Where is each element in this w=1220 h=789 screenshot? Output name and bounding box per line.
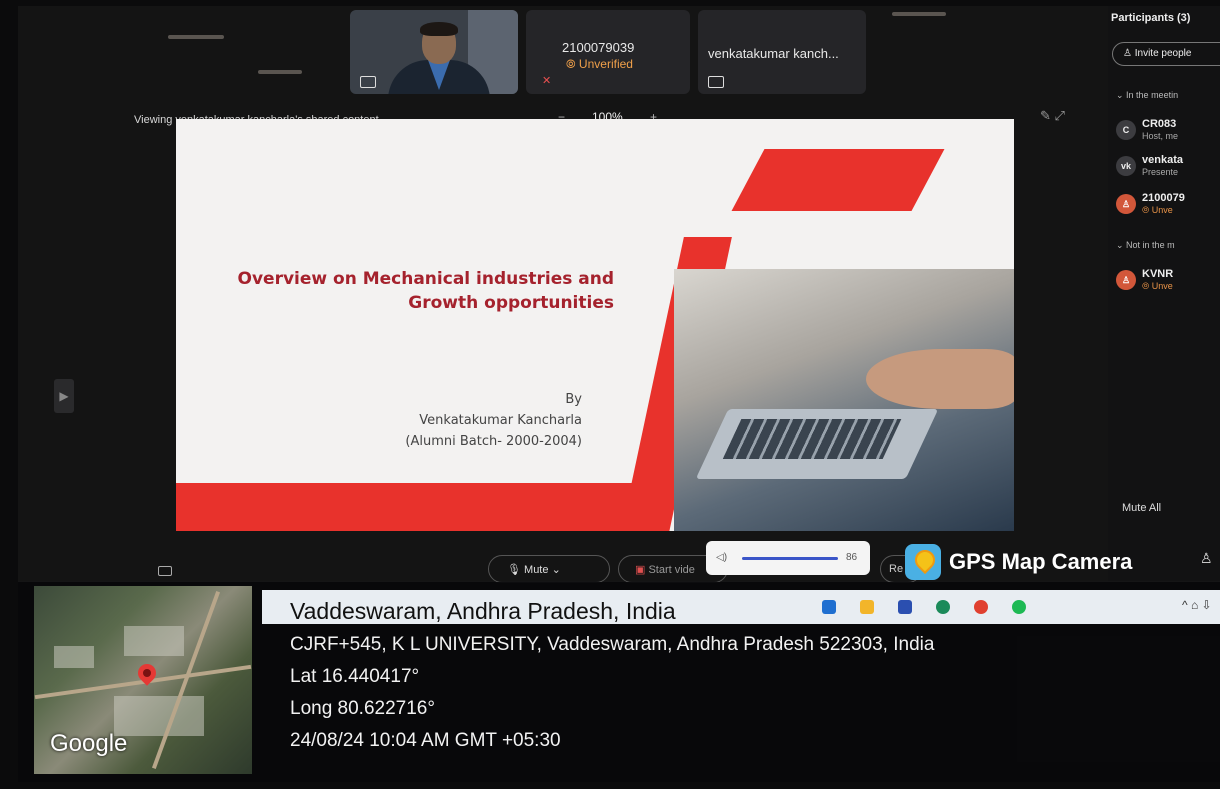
ceiling-light <box>168 35 224 39</box>
tile-participant-name: 2100079039 <box>562 40 635 55</box>
volume-popup[interactable]: ◁) 86 <box>706 541 870 575</box>
unverified-label: Unve <box>1151 205 1173 215</box>
video-tile-presenter-name[interactable]: venkatakumar kanch... <box>698 10 866 94</box>
map-thumbnail: Google <box>34 586 252 774</box>
participant-row[interactable]: ♙ 2100079 ⦾ Unve <box>1110 192 1220 222</box>
map-building <box>124 626 184 656</box>
google-logo: Google <box>50 730 128 757</box>
speaker-icon: ◁) <box>716 552 728 563</box>
participant-name: CR083 <box>1142 118 1177 130</box>
microphone-icon: 🎙 <box>507 564 525 576</box>
slide-by: By <box>565 392 582 407</box>
gps-badge-label: GPS Map Camera <box>949 549 1133 574</box>
participant-row[interactable]: C CR083 Host, me <box>1110 118 1220 148</box>
person-add-icon: ♙ <box>1123 48 1135 59</box>
map-building <box>54 646 94 668</box>
screen-share-icon <box>708 76 724 88</box>
outlook-icon[interactable] <box>822 600 836 614</box>
volume-slider[interactable] <box>742 557 838 560</box>
shared-slide: Overview on Mechanical industries and Gr… <box>176 119 1014 531</box>
slide-title: Overview on Mechanical industries and Gr… <box>238 267 615 315</box>
avatar: C <box>1116 120 1136 140</box>
person-icon[interactable]: ♙ <box>1200 550 1213 567</box>
participants-panel: Participants (3) ♙ Invite people ⌄ In th… <box>1108 6 1220 581</box>
whatsapp-icon[interactable] <box>936 600 950 614</box>
ceiling-light <box>258 70 302 74</box>
presenter-video <box>388 22 490 94</box>
folder-icon[interactable] <box>860 600 874 614</box>
participant-role: Host, me <box>1142 131 1179 141</box>
location-title: Vaddeswaram, Andhra Pradesh, India <box>290 598 676 624</box>
participant-name: venkata <box>1142 154 1183 166</box>
unverified-badge: ⦾ Unverified <box>566 57 633 71</box>
video-tile-presenter[interactable] <box>350 10 518 94</box>
unverified-badge: ⦾ Unve <box>1142 281 1173 291</box>
slide-red-bar <box>731 149 945 211</box>
mute-label: Mute <box>524 564 549 576</box>
chrome-icon[interactable] <box>974 600 988 614</box>
slide-red-bar <box>176 483 642 531</box>
location-address: CJRF+545, K L UNIVERSITY, Vaddeswaram, A… <box>290 634 935 655</box>
annotate-icon[interactable]: ✎ ⤢ <box>1040 108 1065 124</box>
invite-label: Invite people <box>1134 48 1192 59</box>
section-not-in-meeting[interactable]: ⌄ Not in the m <box>1116 240 1175 251</box>
hand-image <box>866 349 1014 409</box>
participant-role: Presente <box>1142 167 1179 177</box>
slide-author: Venkatakumar Kancharla <box>419 413 582 428</box>
screen-share-icon <box>360 76 376 88</box>
slide-title-line2: Growth opportunities <box>408 293 614 313</box>
user-icon: ♙ <box>1116 194 1136 214</box>
mute-button[interactable]: 🎙 Mute ⌄ <box>488 555 610 583</box>
slide-byline: By Venkatakumar Kancharla (Alumni Batch-… <box>405 389 582 452</box>
participant-row[interactable]: vk venkata Presente <box>1110 154 1220 184</box>
spotify-icon[interactable] <box>1012 600 1026 614</box>
video-off-icon: ▣ <box>635 564 649 576</box>
participant-name: KVNR <box>1142 268 1174 280</box>
location-datetime: 24/08/24 10:04 AM GMT +05:30 <box>290 730 561 751</box>
volume-value: 86 <box>846 552 858 563</box>
mic-off-icon: ✕ <box>542 75 552 87</box>
unverified-label: Unve <box>1151 281 1173 291</box>
participants-title: Participants (3) <box>1111 12 1191 24</box>
record-label: Re <box>889 563 904 575</box>
avatar: vk <box>1116 156 1136 176</box>
invite-people-button[interactable]: ♙ Invite people <box>1112 42 1220 66</box>
section-in-meeting-label: In the meetin <box>1126 90 1179 100</box>
tray-icons[interactable]: ^ ⌂ ⇩ <box>1182 598 1212 612</box>
unverified-badge: ⦾ Unve <box>1142 205 1173 215</box>
user-icon: ♙ <box>1116 270 1136 290</box>
location-latitude: Lat 16.440417° <box>290 666 420 687</box>
video-tile-participant[interactable]: 2100079039 ⦾ Unverified ✕ <box>526 10 690 94</box>
participant-row[interactable]: ♙ KVNR ⦾ Unve <box>1110 268 1220 298</box>
section-in-meeting[interactable]: ⌄ In the meetin <box>1116 90 1178 101</box>
ceiling-light <box>892 12 946 16</box>
gps-map-camera-badge: GPS Map Camera <box>905 543 1132 581</box>
section-not-in-meeting-label: Not in the m <box>1126 240 1175 250</box>
location-longitude: Long 80.622716° <box>290 698 435 719</box>
location-pin-icon <box>905 544 941 580</box>
slide-batch: (Alumni Batch- 2000-2004) <box>405 434 582 449</box>
tile-presenter-name: venkatakumar kanch... <box>708 46 839 61</box>
chevron-down-icon[interactable]: ⌄ <box>552 564 561 576</box>
mute-all-button[interactable]: Mute All <box>1122 502 1161 514</box>
store-icon[interactable] <box>898 600 912 614</box>
participant-name: 2100079 <box>1142 192 1185 204</box>
slide-title-line1: Overview on Mechanical industries and <box>237 269 615 289</box>
map-building <box>114 696 204 736</box>
start-video-label: Start vide <box>648 564 695 576</box>
captions-icon[interactable] <box>158 566 172 576</box>
expand-panel-icon[interactable]: ▶ <box>54 379 74 413</box>
keyboard-image <box>722 419 902 459</box>
